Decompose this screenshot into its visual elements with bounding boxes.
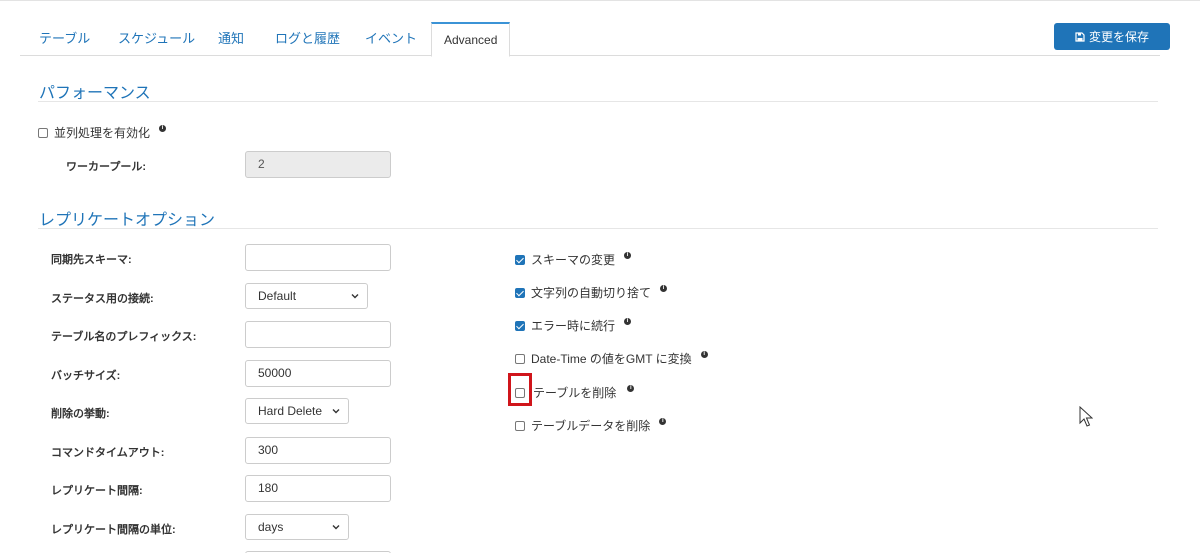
save-button[interactable]: 変更を保存 — [1054, 23, 1170, 50]
auto-truncate-option[interactable]: 文字列の自動切り捨て i — [515, 284, 668, 301]
truncate-table-checkbox[interactable] — [515, 420, 525, 431]
convert-gmt-checkbox[interactable] — [515, 353, 525, 364]
highlight-box — [508, 373, 532, 406]
interval-unit-value: days — [258, 520, 284, 534]
parallel-processing-checkbox[interactable] — [38, 127, 48, 138]
section-divider — [38, 101, 1158, 102]
truncate-table-option[interactable]: テーブルデータを削除 i — [515, 417, 667, 434]
worker-pool-input[interactable]: 2 — [245, 151, 391, 178]
status-connection-value: Default — [258, 289, 297, 303]
mouse-cursor-icon — [1079, 406, 1093, 427]
replicate-interval-input[interactable]: 180 — [245, 475, 391, 502]
interval-unit-select[interactable]: days — [245, 514, 349, 540]
schema-changes-checkbox[interactable] — [515, 254, 525, 265]
option-label: スキーマの変更 — [531, 253, 616, 267]
option-label: テーブルデータを削除 — [531, 419, 651, 433]
info-icon: i — [659, 418, 667, 425]
option-label: エラー時に続行 — [531, 319, 616, 333]
auto-truncate-checkbox[interactable] — [515, 287, 525, 298]
command-timeout-input[interactable]: 300 — [245, 437, 391, 464]
destination-schema-label: 同期先スキーマ: — [51, 254, 132, 266]
info-icon: i — [159, 125, 167, 132]
delete-behavior-value: Hard Delete — [258, 404, 323, 418]
continue-on-error-checkbox[interactable] — [515, 320, 525, 331]
save-button-label: 変更を保存 — [1088, 30, 1149, 44]
option-label: Date-Time の値をGMT に変換 — [531, 352, 692, 366]
delete-behavior-label: 削除の挙動: — [51, 408, 110, 420]
tab-tables[interactable]: テーブル — [39, 22, 90, 56]
batch-size-label: バッチサイズ: — [51, 370, 121, 382]
info-icon: i — [624, 252, 632, 259]
chevron-down-icon — [351, 294, 359, 299]
tab-advanced[interactable]: Advanced — [431, 22, 511, 57]
tab-events[interactable]: イベント — [365, 22, 417, 56]
tab-bar: テーブル スケジュール 通知 ログと履歴 イベント Advanced — [20, 22, 1160, 57]
tab-logs-history[interactable]: ログと履歴 — [275, 22, 340, 56]
section-divider — [38, 228, 1158, 229]
destination-schema-input[interactable] — [245, 244, 391, 271]
info-icon: i — [624, 318, 632, 325]
top-border — [0, 0, 1200, 1]
continue-on-error-option[interactable]: エラー時に続行 i — [515, 317, 632, 334]
drop-table-option[interactable]: テーブルを削除 i — [515, 384, 635, 401]
tab-schedule[interactable]: スケジュール — [118, 22, 195, 56]
convert-gmt-option[interactable]: Date-Time の値をGMT に変換 i — [515, 350, 708, 367]
tab-notifications[interactable]: 通知 — [218, 22, 244, 56]
performance-section-title: パフォーマンス — [39, 85, 151, 102]
delete-behavior-select[interactable]: Hard Delete — [245, 398, 349, 424]
schema-changes-option[interactable]: スキーマの変更 i — [515, 251, 632, 268]
chevron-down-icon — [332, 525, 340, 530]
option-label: 文字列の自動切り捨て — [531, 286, 652, 300]
batch-size-input[interactable]: 50000 — [245, 360, 391, 387]
status-connection-select[interactable]: Default — [245, 283, 368, 309]
option-label: テーブルを削除 — [533, 386, 617, 400]
info-icon: i — [627, 385, 635, 392]
floppy-disk-icon — [1075, 31, 1085, 42]
interval-unit-label: レプリケート間隔の単位: — [51, 524, 176, 536]
status-connection-label: ステータス用の接続: — [51, 293, 154, 305]
info-icon: i — [660, 285, 668, 292]
chevron-down-icon — [332, 409, 340, 414]
table-prefix-label: テーブル名のプレフィックス: — [51, 331, 197, 343]
table-prefix-input[interactable] — [245, 321, 391, 348]
parallel-processing-label: 並列処理を有効化 — [54, 126, 151, 140]
replicate-section-title: レプリケートオプション — [39, 212, 216, 229]
info-icon: i — [700, 351, 708, 358]
parallel-processing-checkbox-row[interactable]: 並列処理を有効化 i — [38, 124, 167, 141]
command-timeout-label: コマンドタイムアウト: — [51, 447, 165, 459]
worker-pool-label: ワーカープール: — [66, 161, 147, 173]
replicate-interval-label: レプリケート間隔: — [51, 485, 143, 497]
